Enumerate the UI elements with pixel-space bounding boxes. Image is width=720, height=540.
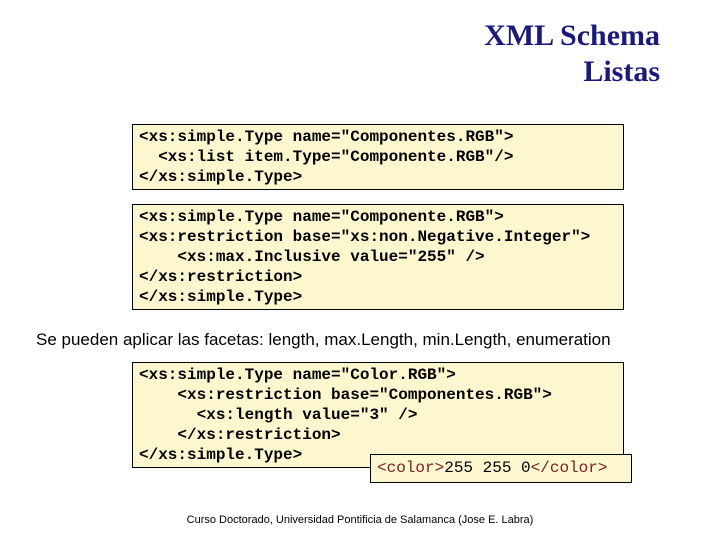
example-close-tag: </color> [531, 459, 608, 477]
example-box: <color>255 255 0</color> [370, 454, 632, 483]
code-block-2: <xs:simple.Type name="Componente.RGB"> <… [132, 204, 624, 310]
example-value: 255 255 0 [444, 459, 530, 477]
slide-title: XML Schema Listas [484, 18, 660, 90]
title-line-1: XML Schema [484, 19, 660, 52]
footer-text: Curso Doctorado, Universidad Pontificia … [0, 514, 720, 526]
facets-note: Se pueden aplicar las facetas: length, m… [36, 330, 611, 350]
code-block-3: <xs:simple.Type name="Color.RGB"> <xs:re… [132, 362, 624, 468]
example-open-tag: <color> [377, 459, 444, 477]
title-line-2: Listas [583, 55, 660, 88]
code-block-1: <xs:simple.Type name="Componentes.RGB"> … [132, 124, 624, 190]
